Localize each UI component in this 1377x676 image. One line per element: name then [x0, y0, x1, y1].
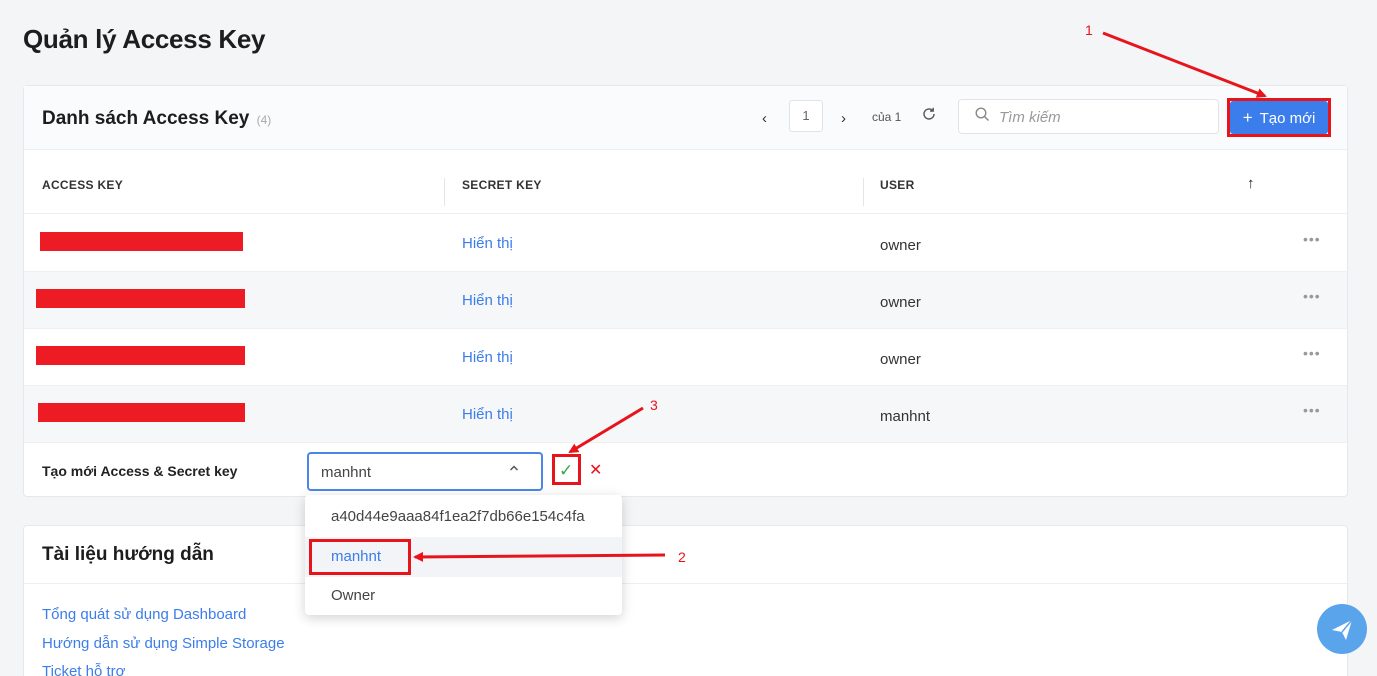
annotation-number-3: 3: [650, 397, 658, 413]
arrow-1: [1102, 31, 1267, 98]
annotation-number-2: 2: [678, 549, 686, 565]
annotation-arrows: [413, 31, 1267, 562]
annotation-number-1: 1: [1085, 22, 1093, 38]
arrow-3: [568, 406, 644, 454]
arrow-2: [413, 551, 666, 562]
